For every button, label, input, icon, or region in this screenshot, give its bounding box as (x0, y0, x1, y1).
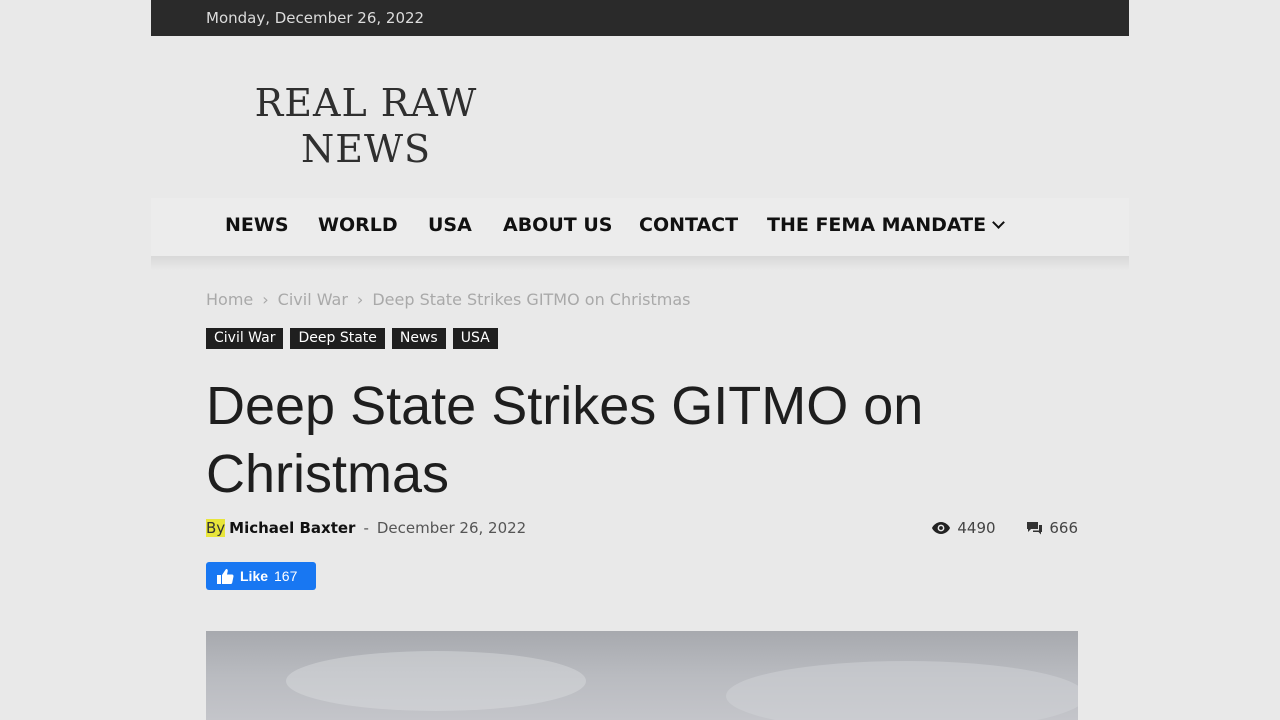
nav-shadow (151, 256, 1129, 270)
nav-item-world[interactable]: WORLD (318, 214, 398, 236)
tag-news[interactable]: News (391, 328, 446, 349)
views-count: 4490 (957, 519, 996, 537)
breadcrumb-separator: › (356, 290, 364, 309)
views-stat: 4490 (931, 519, 996, 537)
main-nav: NEWS WORLD USA ABOUT US CONTACT THE FEMA… (151, 198, 1129, 256)
like-label: Like (240, 568, 269, 584)
breadcrumb: Home › Civil War › Deep State Strikes GITMO … (206, 290, 690, 309)
comments-count: 666 (1049, 519, 1078, 537)
tag-civil-war[interactable]: Civil War (206, 328, 284, 349)
article-date: December 26, 2022 (376, 519, 527, 537)
breadcrumb-separator: › (262, 290, 269, 309)
logo-line-2: NEWS (300, 127, 432, 171)
article-meta: By Michael Baxter - December 26, 2022 (206, 519, 526, 537)
thumbs-up-icon (217, 568, 234, 584)
meta-separator: - (363, 519, 369, 537)
eye-icon (932, 522, 951, 534)
top-bar: Monday, December 26, 2022 (151, 0, 1129, 36)
tag-deep-state[interactable]: Deep State (290, 328, 385, 349)
article-hero-image (206, 631, 1078, 720)
site-logo[interactable]: REAL RAW NEWS (246, 80, 486, 172)
nav-item-fema-mandate-label: THE FEMA MANDATE (767, 214, 987, 236)
article-stats: 4490 666 (905, 519, 1078, 539)
breadcrumb-home[interactable]: Home (206, 290, 253, 309)
breadcrumb-category[interactable]: Civil War (278, 290, 348, 309)
page: Monday, December 26, 2022 REAL RAW NEWS … (151, 0, 1129, 720)
comments-stat[interactable]: 666 (1026, 519, 1078, 537)
nav-item-contact[interactable]: CONTACT (639, 214, 738, 236)
nav-item-fema-mandate[interactable]: THE FEMA MANDATE (767, 214, 1005, 236)
tag-usa[interactable]: USA (452, 328, 498, 349)
facebook-like-button[interactable]: Like 167 (206, 562, 316, 590)
nav-item-usa[interactable]: USA (428, 214, 472, 236)
breadcrumb-current: Deep State Strikes GITMO on Christmas (372, 290, 691, 309)
nav-item-news[interactable]: NEWS (225, 214, 289, 236)
nav-item-about-us[interactable]: ABOUT US (503, 214, 612, 236)
article-title: Deep State Strikes GITMO on Christmas (206, 376, 924, 504)
comment-icon (1027, 522, 1043, 535)
logo-line-1: REAL RAW (254, 81, 478, 125)
category-tags: Civil War Deep State News USA (206, 328, 505, 349)
author-link[interactable]: Michael Baxter (229, 519, 355, 537)
hero-cloud (726, 661, 1078, 720)
by-label: By (206, 519, 226, 537)
hero-cloud (286, 651, 586, 711)
current-date: Monday, December 26, 2022 (206, 9, 425, 27)
like-count: 167 (274, 568, 298, 584)
chevron-down-icon (992, 216, 1005, 229)
